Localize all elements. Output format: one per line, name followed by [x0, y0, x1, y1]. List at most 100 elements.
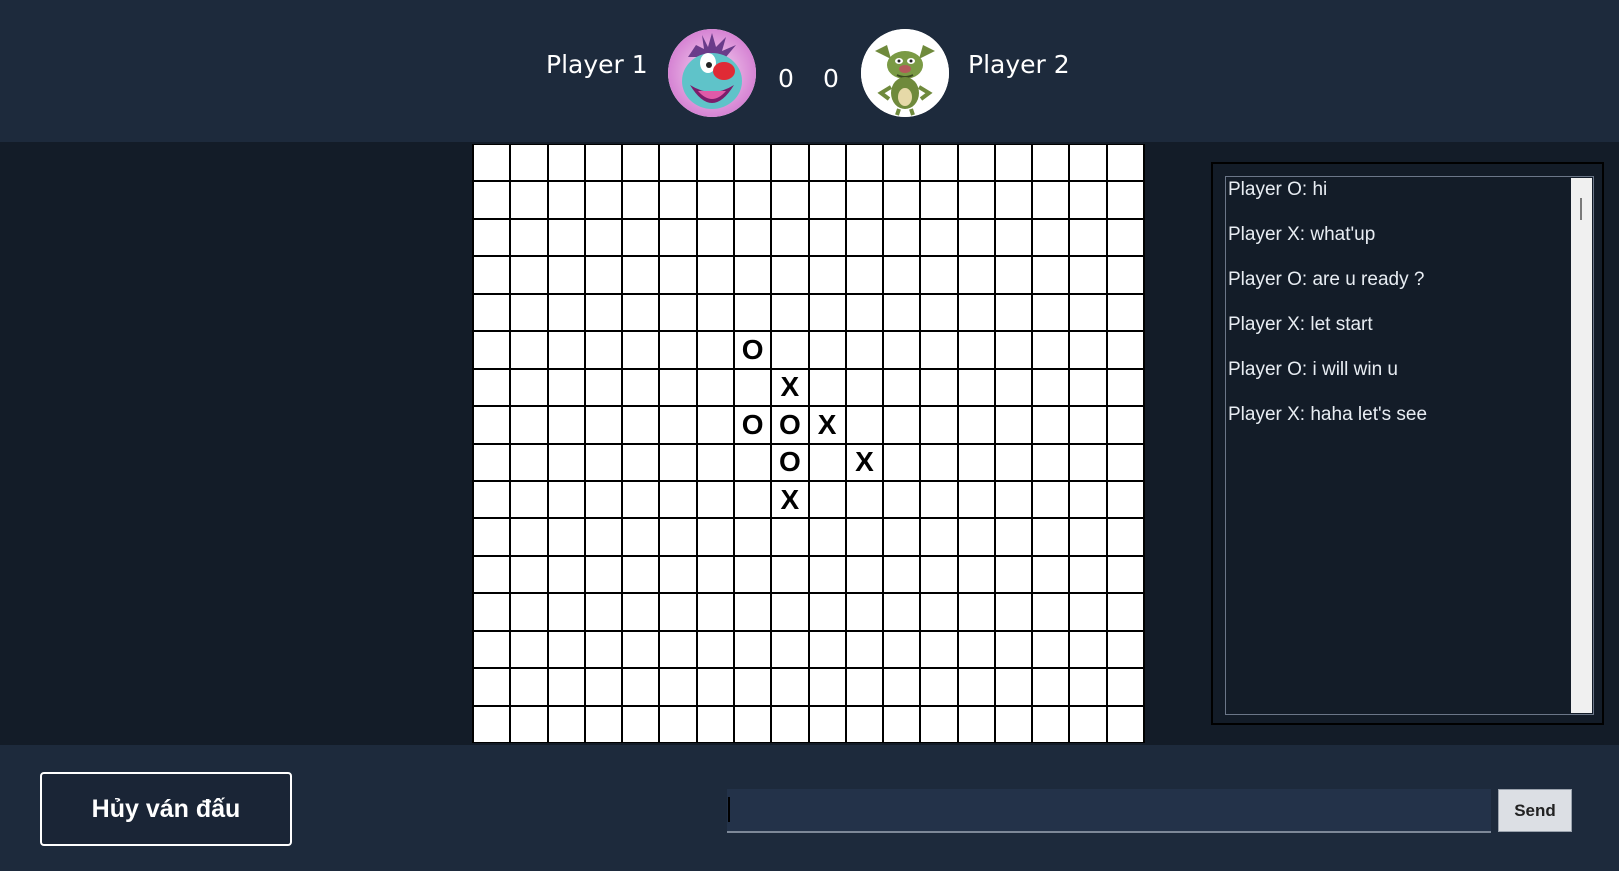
board-cell[interactable]	[511, 294, 547, 331]
board-cell[interactable]	[884, 407, 920, 443]
board-cell[interactable]	[809, 444, 845, 480]
board-cell[interactable]	[474, 332, 510, 368]
board-cell[interactable]	[958, 556, 994, 593]
board-cell-8-8[interactable]: O	[772, 444, 808, 480]
board-cell[interactable]	[809, 145, 845, 181]
board-cell[interactable]	[1033, 332, 1069, 368]
board-cell[interactable]	[511, 556, 547, 593]
board-cell[interactable]	[1070, 182, 1106, 218]
board-cell[interactable]	[548, 556, 584, 593]
board-cell[interactable]	[585, 369, 622, 406]
board-cell[interactable]	[697, 481, 733, 518]
board-cell[interactable]	[809, 556, 845, 593]
board-cell[interactable]	[697, 294, 733, 331]
board-cell[interactable]	[921, 669, 957, 705]
board-cell[interactable]	[734, 257, 771, 293]
board-cell[interactable]	[846, 294, 883, 331]
board-cell[interactable]	[772, 669, 808, 705]
board-cell[interactable]	[921, 556, 957, 593]
board-cell[interactable]	[660, 706, 696, 742]
board-cell[interactable]	[846, 706, 883, 742]
board-cell[interactable]	[1033, 519, 1069, 555]
board-cell[interactable]	[1107, 556, 1143, 593]
board-cell[interactable]	[772, 332, 808, 368]
cancel-match-button[interactable]: Hủy ván đấu	[40, 772, 292, 846]
board-cell[interactable]	[995, 556, 1032, 593]
board-cell[interactable]	[884, 669, 920, 705]
board-cell[interactable]	[1107, 219, 1143, 256]
board-cell-7-9[interactable]: X	[809, 407, 845, 443]
board-cell[interactable]	[1033, 481, 1069, 518]
board-cell[interactable]	[474, 407, 510, 443]
board-cell[interactable]	[1070, 332, 1106, 368]
board-cell[interactable]	[474, 556, 510, 593]
board-cell[interactable]	[548, 669, 584, 705]
board-cell[interactable]	[585, 332, 622, 368]
board-cell[interactable]	[1033, 257, 1069, 293]
board-cell[interactable]	[958, 407, 994, 443]
board-cell[interactable]	[511, 481, 547, 518]
board-cell[interactable]	[1107, 369, 1143, 406]
board-cell[interactable]	[921, 145, 957, 181]
board-cell[interactable]	[809, 182, 845, 218]
board-cell[interactable]	[548, 219, 584, 256]
board-cell[interactable]	[548, 257, 584, 293]
board-cell[interactable]	[474, 481, 510, 518]
board-cell[interactable]	[623, 631, 659, 668]
board-cell[interactable]	[734, 519, 771, 555]
board-cell[interactable]	[660, 669, 696, 705]
board-cell[interactable]	[697, 669, 733, 705]
board-cell[interactable]	[734, 182, 771, 218]
board-cell[interactable]	[772, 182, 808, 218]
board-cell[interactable]	[474, 145, 510, 181]
board-cell[interactable]	[585, 294, 622, 331]
board-cell[interactable]	[1033, 444, 1069, 480]
board-cell[interactable]	[1033, 631, 1069, 668]
board-cell[interactable]	[511, 182, 547, 218]
board-cell[interactable]	[772, 631, 808, 668]
board-cell[interactable]	[921, 257, 957, 293]
board-cell[interactable]	[511, 444, 547, 480]
board-cell[interactable]	[809, 294, 845, 331]
board-cell[interactable]	[697, 706, 733, 742]
board-cell[interactable]	[511, 706, 547, 742]
board-cell[interactable]	[548, 145, 584, 181]
board-cell[interactable]	[511, 219, 547, 256]
board-cell[interactable]	[734, 145, 771, 181]
board-cell[interactable]	[697, 219, 733, 256]
board-cell[interactable]	[585, 556, 622, 593]
board-cell[interactable]	[772, 594, 808, 630]
board-cell[interactable]	[958, 257, 994, 293]
board-cell[interactable]	[772, 294, 808, 331]
board-cell[interactable]	[511, 631, 547, 668]
board-cell[interactable]	[921, 481, 957, 518]
board-cell[interactable]	[921, 332, 957, 368]
board-cell[interactable]	[1033, 219, 1069, 256]
board-cell[interactable]	[846, 257, 883, 293]
board-cell[interactable]	[623, 481, 659, 518]
board-cell[interactable]	[1070, 407, 1106, 443]
board-cell[interactable]	[958, 182, 994, 218]
board-cell[interactable]	[995, 669, 1032, 705]
board-cell[interactable]	[846, 481, 883, 518]
board-cell[interactable]	[1033, 145, 1069, 181]
board-cell[interactable]	[1033, 594, 1069, 630]
board-cell[interactable]	[772, 706, 808, 742]
chat-scrollbar[interactable]	[1571, 178, 1592, 713]
board-cell[interactable]	[995, 407, 1032, 443]
board-cell[interactable]	[1107, 294, 1143, 331]
board-cell[interactable]	[511, 369, 547, 406]
board-cell[interactable]	[585, 182, 622, 218]
board-cell[interactable]	[921, 407, 957, 443]
chat-scroll-thumb[interactable]	[1580, 198, 1582, 220]
board-cell[interactable]	[958, 332, 994, 368]
board-cell[interactable]	[548, 594, 584, 630]
board-cell[interactable]	[660, 444, 696, 480]
board-cell[interactable]	[474, 631, 510, 668]
board-cell[interactable]	[1107, 594, 1143, 630]
board-cell[interactable]	[511, 407, 547, 443]
board-cell[interactable]	[548, 182, 584, 218]
board-cell[interactable]	[884, 294, 920, 331]
board-cell[interactable]	[846, 219, 883, 256]
board-cell[interactable]	[511, 594, 547, 630]
